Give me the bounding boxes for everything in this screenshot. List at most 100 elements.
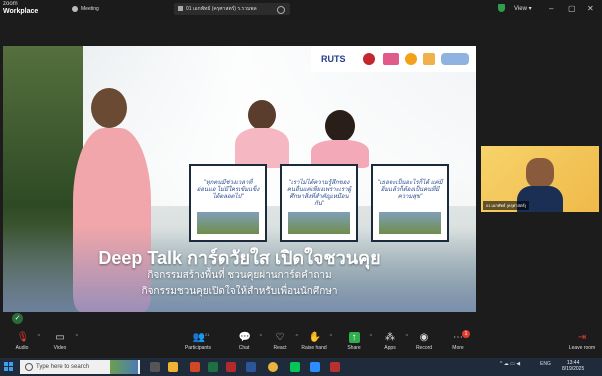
file-explorer-icon[interactable]: [168, 362, 178, 372]
powerpoint-icon[interactable]: [190, 362, 200, 372]
logo-icon: [405, 53, 417, 65]
language-indicator[interactable]: ENG: [540, 361, 551, 367]
tab-share-label: 01 เอกพัทธ์ (ครุศาสตร์) ร.รวมพล: [186, 6, 257, 12]
chat-icon: 💬: [238, 332, 251, 343]
tab-shared-screen[interactable]: 01 เอกพัทธ์ (ครุศาสตร์) ร.รวมพล: [174, 3, 290, 15]
pdf-icon[interactable]: [226, 362, 236, 372]
apps-icon: ⁂: [385, 332, 395, 343]
chrome-icon[interactable]: [268, 362, 278, 372]
logo-icon: [423, 53, 435, 65]
logo-strip: RUTS: [311, 46, 476, 72]
zoom-logo: zoom Workplace: [3, 1, 38, 16]
task-view-icon[interactable]: [150, 362, 160, 372]
video-label: Video: [53, 345, 67, 351]
windows-start-icon[interactable]: [4, 362, 14, 372]
windows-taskbar: Type here to search ^ ☁ ▭ ◀ ENG 13:44 8/…: [0, 358, 602, 376]
view-menu[interactable]: View ▾: [514, 3, 532, 15]
chevron-up-icon[interactable]: ^: [330, 334, 332, 340]
ruts-logo: RUTS: [321, 54, 346, 64]
minimize-button[interactable]: –: [549, 3, 553, 15]
record-button[interactable]: ◉ Record: [406, 332, 442, 351]
question-card: "ทุกคนมีช่วงเวลาที่อ่อนแอ ไม่มีใครเข้มแข…: [189, 164, 267, 242]
raise-hand-label: Raise hand: [301, 345, 327, 351]
card-quote: "เธอจะเป็นอะไรก็ได้ แค่มีอิ่มแล้วก็ต้องเ…: [377, 180, 443, 200]
word-icon[interactable]: [246, 362, 256, 372]
view-label: View: [514, 6, 527, 12]
notification-badge: 1: [462, 330, 470, 338]
react-label: React: [273, 345, 287, 351]
close-button[interactable]: ✕: [587, 3, 594, 15]
raise-hand-button[interactable]: ✋ Raise hand ^: [296, 332, 332, 351]
chat-button[interactable]: 💬 Chat ^: [226, 332, 263, 351]
reaction-indicator-icon: ✓: [12, 313, 23, 324]
card-image: [197, 212, 259, 234]
tab-meeting[interactable]: Meeting: [72, 3, 99, 15]
card-image: [379, 212, 441, 234]
audio-button[interactable]: 🎙 Audio ^: [4, 332, 40, 351]
logo-icon: [441, 53, 469, 65]
video-button[interactable]: ▭ Video ^: [42, 332, 78, 351]
screen-share-icon: [178, 6, 183, 12]
brand-top: zoom: [3, 1, 18, 7]
brand-bottom: Workplace: [3, 8, 39, 15]
line-icon[interactable]: [290, 362, 300, 372]
share-label: Share: [347, 345, 361, 351]
logo-icon: [363, 53, 375, 65]
person-head: [91, 88, 127, 128]
search-placeholder: Type here to search: [36, 364, 90, 370]
audio-label: Audio: [15, 345, 29, 351]
card-image: [288, 212, 350, 234]
tab-close-icon[interactable]: [277, 6, 285, 14]
person-head: [325, 110, 355, 142]
shared-screen: RUTS "ทุกคนมีช่วงเวลาที่อ่อนแอ ไม่มีใครเ…: [3, 46, 476, 312]
card-quote: "ทุกคนมีช่วงเวลาที่อ่อนแอ ไม่มีใครเข้มแข…: [196, 180, 260, 200]
more-label: More: [452, 345, 464, 351]
camera-icon: ▭: [55, 332, 65, 343]
slide-subtitle-2: กิจกรรมชวนคุยเปิดใจให้สำหรับเพื่อนนักศึก…: [141, 286, 338, 297]
slide-subtitle-1: กิจกรรมสร้างพื้นที่ ชวนคุยผ่านการ์ดคำถาม: [147, 270, 332, 281]
search-highlight-image[interactable]: [110, 360, 138, 374]
meeting-icon: [72, 5, 78, 12]
apps-button[interactable]: ⁂ Apps ^: [372, 332, 408, 351]
clock[interactable]: 13:44 8/19/2025: [562, 360, 584, 372]
search-icon: [25, 363, 33, 371]
question-card: "เธอจะเป็นอะไรก็ได้ แค่มีอิ่มแล้วก็ต้องเ…: [371, 164, 449, 242]
person-body: [235, 128, 289, 168]
participant-face: [526, 158, 554, 188]
participants-button[interactable]: 👥 21 Participants: [180, 332, 216, 351]
card-quote: "เราไม่ได้ความรู้สึกของคนอื่นแค่เพียงเพร…: [286, 180, 352, 207]
apps-label: Apps: [384, 345, 396, 351]
tab-meeting-label: Meeting: [81, 6, 99, 12]
share-screen-icon: ↑: [348, 332, 360, 343]
more-button[interactable]: ⋯ 1 More: [440, 330, 476, 351]
meeting-toolbar: 🎙 Audio ^ ▭ Video ^ 👥 21 Participants 💬 …: [0, 328, 602, 358]
record-icon: ◉: [419, 332, 429, 343]
clock-date: 8/19/2025: [562, 366, 585, 372]
zoom-icon[interactable]: [310, 362, 320, 372]
hand-icon: ✋: [308, 332, 321, 343]
participant-name: 01 เอกพัทธ์ (ครุศาสตร์): [483, 201, 530, 210]
chevron-up-icon[interactable]: ^: [38, 334, 40, 340]
microphone-muted-icon: 🎙: [16, 332, 30, 343]
security-shield-icon[interactable]: [498, 4, 505, 12]
title-bar: zoom Workplace Meeting 01 เอกพัทธ์ (ครุศ…: [0, 0, 602, 18]
chat-label: Chat: [238, 345, 250, 351]
tray-icons[interactable]: ^ ☁ ▭ ◀: [500, 361, 520, 367]
app-icon[interactable]: [330, 362, 340, 372]
leave-label: Leave room: [568, 345, 596, 351]
participant-video-thumbnail[interactable]: 01 เอกพัทธ์ (ครุศาสตร์): [481, 146, 599, 212]
chevron-up-icon[interactable]: ^: [76, 334, 78, 340]
participants-label: Participants: [184, 345, 212, 351]
maximize-button[interactable]: ▢: [568, 3, 576, 15]
participants-count: 21: [205, 332, 210, 337]
heart-icon: ♡: [275, 332, 285, 343]
logo-icon: [383, 53, 399, 65]
share-button[interactable]: ↑ Share ^: [336, 332, 372, 351]
excel-icon[interactable]: [208, 362, 218, 372]
react-button[interactable]: ♡ React ^: [262, 332, 298, 351]
person-head: [248, 100, 276, 130]
leave-icon: ⇥: [577, 332, 587, 343]
participants-icon: 👥: [192, 332, 205, 343]
leave-room-button[interactable]: ⇥ Leave room: [564, 332, 600, 351]
question-card: "เราไม่ได้ความรู้สึกของคนอื่นแค่เพียงเพร…: [280, 164, 358, 242]
